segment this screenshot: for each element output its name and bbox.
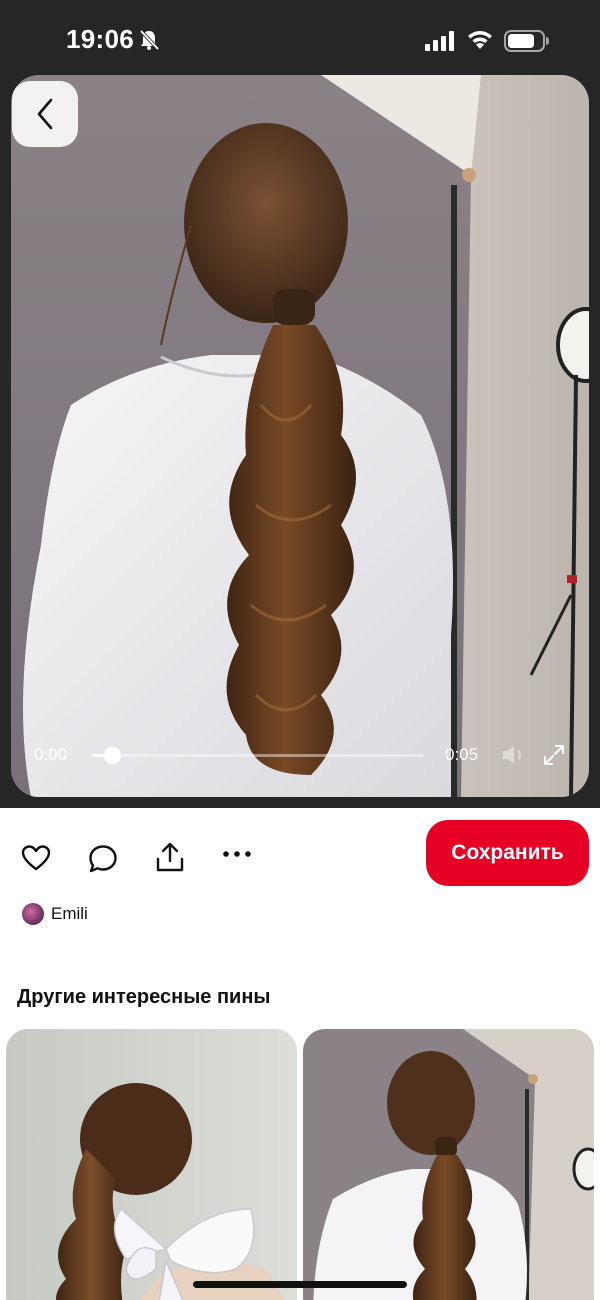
related-pin-card[interactable]: [6, 1029, 297, 1300]
author-name: Emili: [51, 904, 88, 923]
media-area: 19:06 0:00 0:05: [0, 0, 600, 808]
back-button[interactable]: [12, 81, 78, 147]
pin-action-bar: Сохранить: [0, 808, 600, 898]
video-total-time: 0:05: [445, 745, 479, 764]
pin-image: [6, 1029, 297, 1300]
expand-icon[interactable]: [542, 743, 566, 767]
avatar: [22, 903, 44, 925]
hairstyle-video[interactable]: [11, 75, 589, 797]
chevron-left-icon: [37, 98, 53, 130]
video-current-time: 0:00: [34, 745, 68, 764]
related-pins-title: Другие интересные пины: [17, 986, 271, 1008]
bell-slash-icon: [139, 29, 160, 51]
video-player[interactable]: [11, 75, 589, 797]
volume-muted-icon[interactable]: [501, 743, 527, 767]
video-progress-bar[interactable]: [92, 747, 424, 764]
comment-icon[interactable]: [88, 844, 118, 874]
battery-icon: [504, 30, 549, 52]
wifi-icon: [468, 31, 492, 49]
home-indicator[interactable]: [193, 1281, 407, 1288]
video-progress-thumb[interactable]: [103, 747, 121, 764]
signal-icon: [425, 31, 454, 51]
status-bar: 19:06: [0, 0, 600, 76]
author-link[interactable]: Emili: [22, 902, 88, 926]
share-icon[interactable]: [155, 841, 185, 873]
save-button[interactable]: Сохранить: [426, 820, 589, 886]
more-icon[interactable]: [222, 850, 252, 858]
status-time: 19:06: [66, 24, 134, 54]
pin-image: [303, 1029, 594, 1300]
related-pin-card[interactable]: [303, 1029, 594, 1300]
heart-icon[interactable]: [21, 844, 51, 872]
